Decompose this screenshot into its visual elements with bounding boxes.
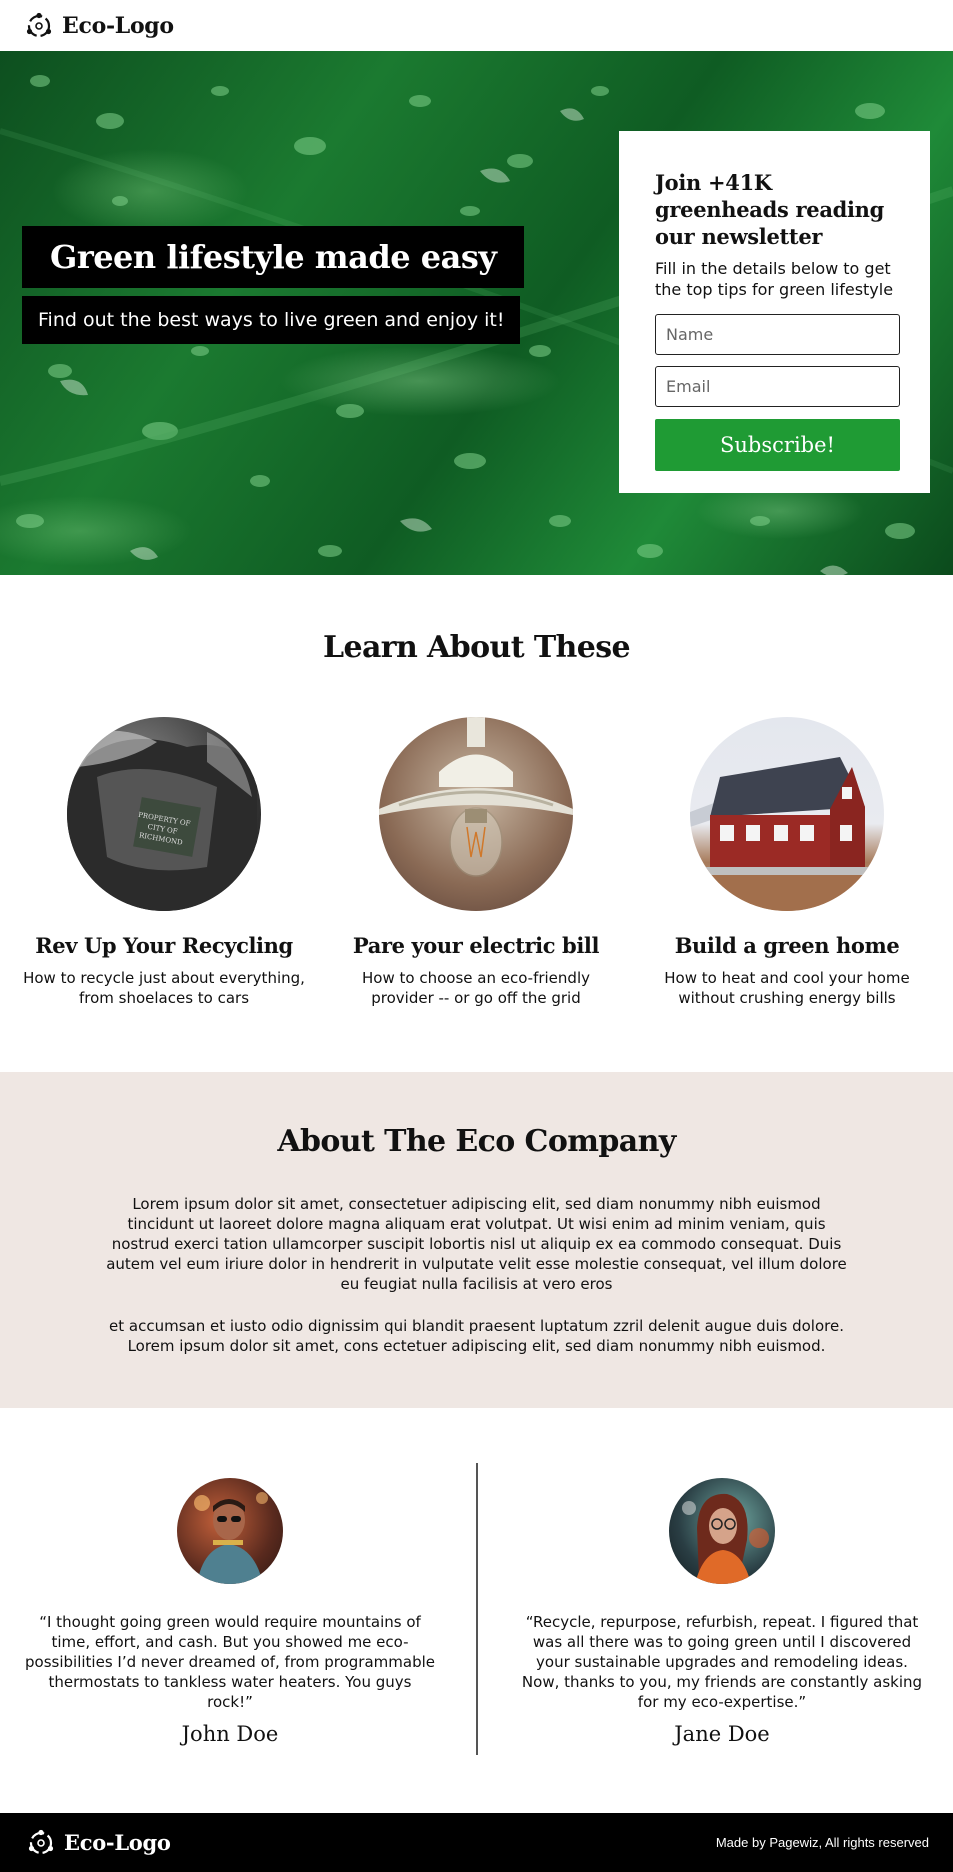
site-header: Eco-Logo [0, 0, 953, 51]
testimonial-divider [476, 1463, 478, 1755]
hero-subtitle-box: Find out the best ways to live green and… [22, 296, 521, 344]
header-logo[interactable]: Eco-Logo [24, 11, 174, 41]
recycling-bin-image: PROPERTY OF CITY OF RICHMOND [67, 717, 261, 911]
card-description: How to choose an eco-friendly provider -… [362, 969, 590, 1007]
house-icon [690, 757, 884, 911]
light-bulb-image [379, 717, 573, 911]
card-title: Build a green home [674, 933, 900, 958]
avatar-jane [669, 1478, 775, 1584]
logo-text: Eco-Logo [62, 12, 174, 39]
hero-subtitle: Find out the best ways to live green and… [38, 309, 505, 331]
woman-portrait-icon [682, 1493, 769, 1584]
footer-copyright: Made by Pagewiz, All rights reserved [715, 1835, 929, 1850]
site-footer: Eco-Logo Made by Pagewiz, All rights res… [0, 1813, 953, 1872]
hero-section: Green lifestyle made easy Find out the b… [0, 51, 953, 575]
name-input[interactable] [655, 314, 900, 355]
learn-card-green-home: Build a green home How to heat and cool … [627, 717, 947, 1008]
red-house-image [690, 717, 884, 911]
card-description: How to heat and cool your home without c… [664, 969, 910, 1007]
man-portrait-icon [194, 1492, 268, 1584]
footer-logo[interactable]: Eco-Logo [26, 1828, 171, 1858]
card-title: Pare your electric bill [352, 933, 600, 958]
testimonial-name: John Doe [181, 1722, 279, 1746]
recycling-bin-icon: PROPERTY OF CITY OF RICHMOND [67, 730, 257, 911]
testimonial-name: Jane Doe [674, 1722, 770, 1746]
testimonial-quote: “I thought going green would require mou… [25, 1613, 435, 1711]
light-bulb-icon [379, 717, 573, 877]
card-description: How to recycle just about everything, fr… [23, 969, 305, 1007]
avatar-john [177, 1478, 283, 1584]
testimonial-quote: “Recycle, repurpose, refurbish, repeat. … [521, 1613, 923, 1711]
learn-card-electric: Pare your electric bill How to choose an… [316, 717, 636, 1008]
footer-logo-text: Eco-Logo [64, 1830, 171, 1855]
learn-card-recycling: PROPERTY OF CITY OF RICHMOND Rev Up Your… [4, 717, 324, 1008]
recycle-logo-icon [26, 12, 52, 37]
signup-description: Fill in the details below to get the top… [655, 259, 894, 299]
about-title: About The Eco Company [277, 1124, 676, 1159]
newsletter-signup-form: Join +41K greenheads reading our newslet… [619, 131, 930, 493]
subscribe-button[interactable]: Subscribe! [655, 419, 900, 471]
signup-title: Join +41K greenheads reading our newslet… [655, 170, 885, 249]
about-paragraph-2: et accumsan et iusto odio dignissim qui … [109, 1317, 844, 1355]
learn-section-title: Learn About These [322, 630, 631, 665]
about-section: About The Eco Company Lorem ipsum dolor … [0, 1072, 953, 1408]
testimonial-jane: “Recycle, repurpose, refurbish, repeat. … [512, 1478, 932, 1746]
hero-title-box: Green lifestyle made easy [22, 226, 525, 288]
email-input[interactable] [655, 366, 900, 407]
testimonial-john: “I thought going green would require mou… [20, 1478, 440, 1746]
hero-title: Green lifestyle made easy [50, 238, 497, 276]
card-title: Rev Up Your Recycling [35, 933, 293, 958]
recycle-logo-icon [28, 1829, 54, 1854]
about-paragraph-1: Lorem ipsum dolor sit amet, consectetuer… [106, 1195, 847, 1293]
